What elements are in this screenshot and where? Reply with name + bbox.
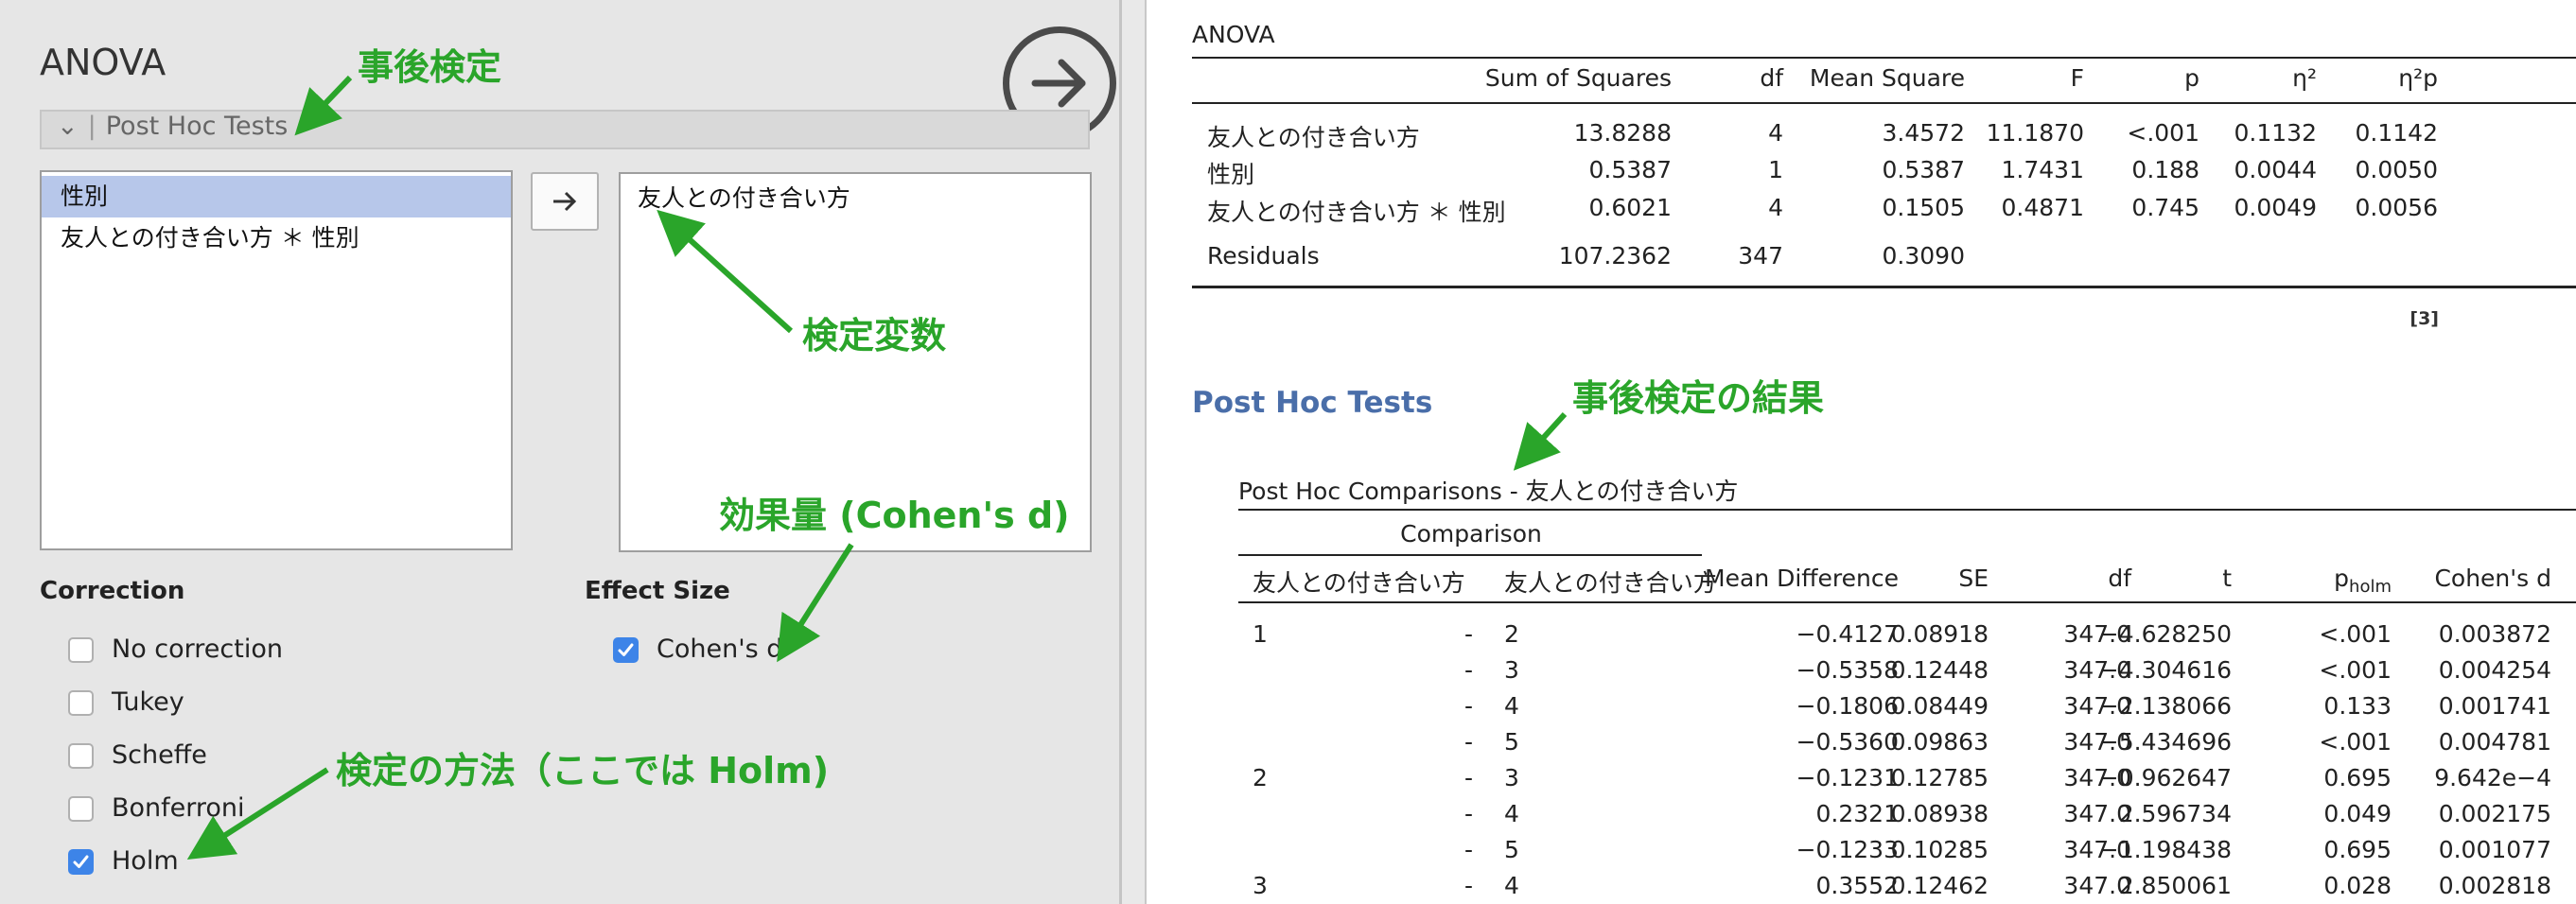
panel-title: ANOVA xyxy=(40,42,166,83)
posthoc-compare: 5 xyxy=(1504,836,1519,863)
results-content: ANOVA Sum of Squares df Mean Square Fp η² η²p 友… xyxy=(1147,0,2576,904)
chevron-down-icon: ⌄ xyxy=(57,112,79,141)
table-rule xyxy=(1192,102,2576,104)
posthoc-dash: - xyxy=(1464,800,1474,827)
annotation-method: 検定の方法（ここでは Holm) xyxy=(336,750,830,791)
annotation-post-hoc: 事後検定 xyxy=(358,46,502,88)
bonferroni-label[interactable]: Bonferroni xyxy=(112,793,245,823)
annotation-result: 事後検定の結果 xyxy=(1572,377,1825,419)
list-item[interactable]: 友人との付き合い方 xyxy=(621,178,1090,219)
anova-row-label: 性別 xyxy=(1207,161,1255,188)
posthoc-compare: 4 xyxy=(1504,692,1519,720)
cohens-d-checkbox[interactable] xyxy=(613,637,639,663)
posthoc-cell: 0.002175 xyxy=(2438,800,2551,827)
correction-title: Correction xyxy=(40,577,185,605)
anova-cell: 0.3090 xyxy=(1882,242,1965,269)
table-rule xyxy=(1192,57,2576,59)
panel-divider[interactable] xyxy=(1122,0,1147,904)
posthoc-dash: - xyxy=(1464,620,1474,648)
options-panel: ANOVA ⌄ | Post Hoc Tests 性別 友人との付き合い方 ＊ 性別… xyxy=(0,0,1122,904)
p-subscript: holm xyxy=(2349,577,2392,597)
posthoc-compare: 3 xyxy=(1504,764,1519,791)
posthoc-compare: 3 xyxy=(1504,656,1519,684)
posthoc-compare: 4 xyxy=(1504,800,1519,827)
anova-cell: 0.0050 xyxy=(2355,156,2438,183)
posthoc-dash: - xyxy=(1464,692,1474,720)
posthoc-dash: - xyxy=(1464,728,1474,756)
anova-header: η²p xyxy=(2398,64,2438,92)
posthoc-cell: 0.002818 xyxy=(2438,872,2551,899)
posthoc-dash: - xyxy=(1464,764,1474,791)
table-rule xyxy=(1238,554,1702,556)
table-rule xyxy=(1192,286,2576,288)
annotation-effect-size: 効果量 (Cohen's d) xyxy=(719,495,1070,536)
posthoc-cell: 0.001741 xyxy=(2438,692,2551,720)
move-term-button[interactable] xyxy=(531,172,599,231)
no-correction-label[interactable]: No correction xyxy=(112,635,283,664)
anova-cell: 0.1142 xyxy=(2355,119,2438,147)
posthoc-cell: 0.001077 xyxy=(2438,836,2551,863)
effect-size-title: Effect Size xyxy=(585,577,730,605)
holm-label[interactable]: Holm xyxy=(112,846,179,876)
posthoc-cell: 0.004781 xyxy=(2438,728,2551,756)
table-reference: [3] xyxy=(2410,308,2439,329)
post-hoc-section-label[interactable]: ⌄ | Post Hoc Tests xyxy=(57,112,288,141)
posthoc-header: 友人との付き合い方 xyxy=(1253,569,1465,597)
posthoc-group: 1 xyxy=(1253,620,1268,648)
posthoc-header-p: pholm xyxy=(2334,565,2392,597)
posthoc-cell: 9.642e−4 xyxy=(2434,764,2551,791)
tukey-label[interactable]: Tukey xyxy=(112,687,184,717)
list-item[interactable]: 性別 xyxy=(42,176,511,217)
posthoc-dash: - xyxy=(1464,836,1474,863)
checkmark-icon xyxy=(73,855,89,868)
posthoc-dash: - xyxy=(1464,656,1474,684)
scheffe-label[interactable]: Scheffe xyxy=(112,740,207,770)
available-terms-list[interactable]: 性別 友人との付き合い方 ＊ 性別 xyxy=(40,170,513,550)
arrow-right-icon xyxy=(1031,59,1086,108)
post-hoc-heading: Post Hoc Tests xyxy=(1192,386,1433,420)
posthoc-cell: 0.004254 xyxy=(2438,656,2551,684)
post-hoc-table-title: Post Hoc Comparisons - 友人との付き合い方 xyxy=(1238,478,1739,505)
results-panel: ANOVA Sum of Squares df Mean Square Fp η² η²p 友… xyxy=(1147,0,2576,904)
posthoc-compare: 2 xyxy=(1504,620,1519,648)
holm-checkbox[interactable] xyxy=(68,849,94,875)
posthoc-compare: 4 xyxy=(1504,872,1519,899)
posthoc-group: 2 xyxy=(1253,764,1268,791)
list-item[interactable]: 友人との付き合い方 ＊ 性別 xyxy=(42,217,511,259)
cohens-d-label[interactable]: Cohen's d xyxy=(657,635,782,664)
tukey-checkbox[interactable] xyxy=(68,690,94,716)
scheffe-checkbox[interactable] xyxy=(68,743,94,769)
bonferroni-checkbox[interactable] xyxy=(68,796,94,822)
table-rule xyxy=(1238,509,2576,511)
posthoc-cell: 0.003872 xyxy=(2438,620,2551,648)
posthoc-dash: - xyxy=(1464,872,1474,899)
posthoc-compare: 5 xyxy=(1504,728,1519,756)
arrow-right-icon xyxy=(553,191,577,212)
comparison-header: Comparison xyxy=(1400,520,1542,548)
anova-title: ANOVA xyxy=(1192,21,1275,48)
table-rule xyxy=(1238,601,2576,603)
posthoc-group: 3 xyxy=(1253,872,1268,899)
annotation-test-variable: 検定変数 xyxy=(802,315,947,356)
anova-cell: 0.0056 xyxy=(2355,194,2438,221)
no-correction-checkbox[interactable] xyxy=(68,637,94,663)
checkmark-icon xyxy=(618,643,634,656)
